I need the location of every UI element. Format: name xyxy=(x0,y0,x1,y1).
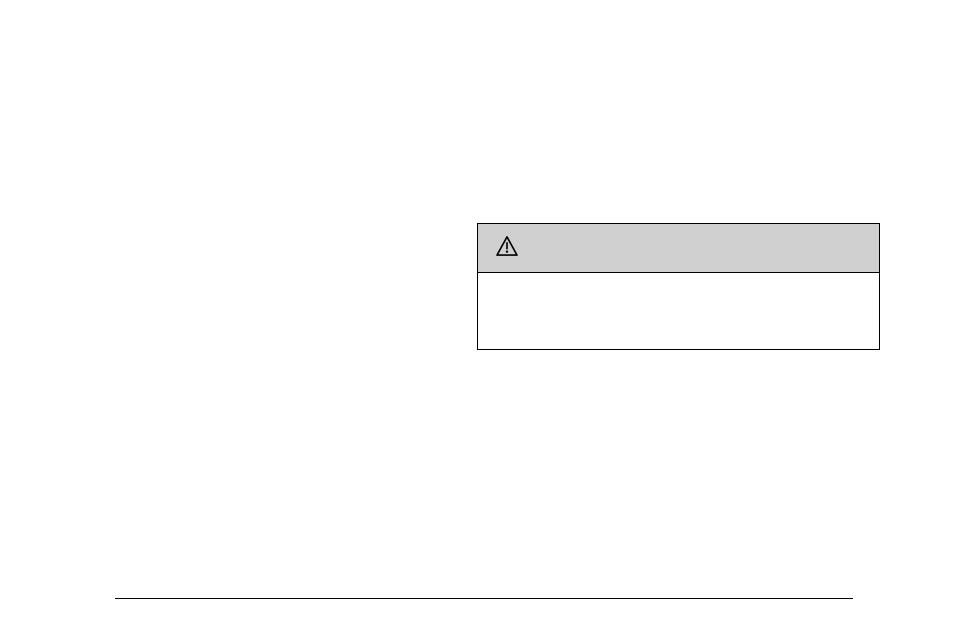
warning-triangle-icon xyxy=(496,236,518,261)
caution-body xyxy=(478,273,879,349)
caution-box xyxy=(477,223,880,350)
caution-header xyxy=(478,224,879,273)
footer-divider xyxy=(115,598,853,599)
